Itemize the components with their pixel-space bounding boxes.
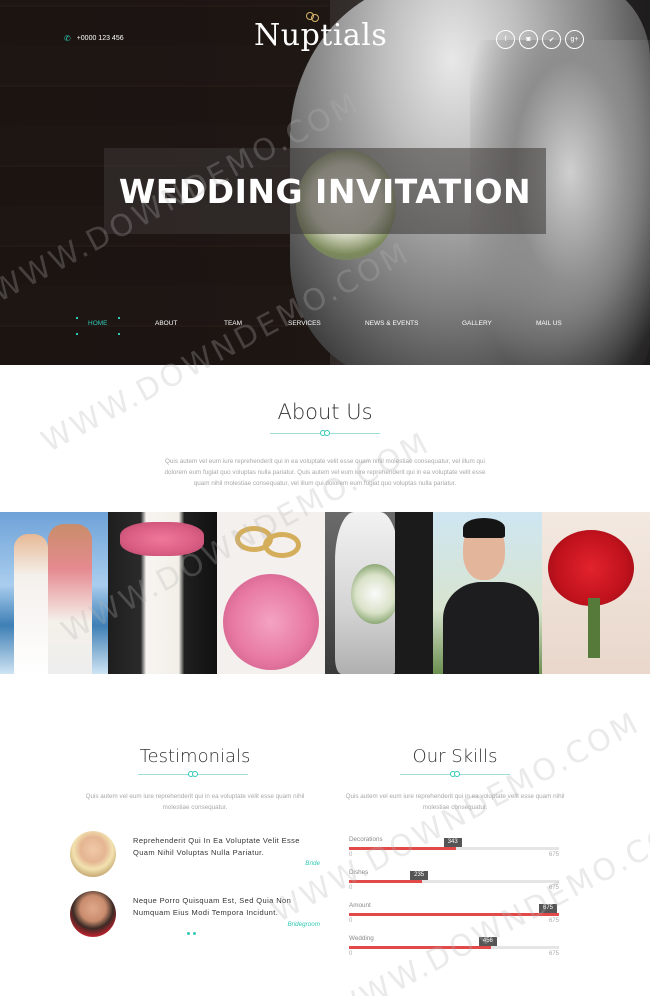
header-phone[interactable]: ✆ +0000 123 456 (64, 34, 124, 43)
skill-min: 0 (349, 885, 353, 891)
gallery-photo-rings[interactable] (216, 512, 325, 674)
skill-min: 0 (349, 918, 353, 924)
about-text: Quis autem vel eum iure reprehenderit qu… (164, 458, 486, 487)
skill-fill (349, 946, 491, 949)
testimonials-title: Testimonials (139, 746, 251, 767)
nav-active-corner (118, 333, 120, 335)
skill-value: 235 (410, 871, 429, 880)
skill-label: Decorations (349, 836, 383, 843)
nav-active-corner (118, 317, 120, 319)
skill-fill (349, 880, 423, 883)
gallery-photo-roses[interactable] (541, 512, 650, 674)
watermark: WWW.DOWNDEMO.COM (325, 805, 650, 996)
skill-fill (349, 913, 559, 916)
testimonial-quote: Reprehenderit Qui In Ea Voluptate Velit … (133, 836, 300, 857)
wedding-rings-icon (306, 12, 320, 22)
nav-active-corner (76, 317, 78, 319)
testimonial-item: Reprehenderit Qui In Ea Voluptate Velit … (70, 831, 330, 879)
skill-bar: Wedding 456 0 675 (349, 935, 559, 965)
skill-track: 343 (349, 838, 559, 850)
testimonials-intro: Quis autem vel eum iure reprehenderit qu… (85, 793, 305, 811)
rings-divider-icon (188, 771, 198, 778)
social-links: f ◙ ✔ g+ (496, 30, 584, 49)
skill-value: 675 (539, 904, 558, 913)
skill-value: 456 (478, 937, 497, 946)
skills-intro: Quis autem vel eum iure reprehenderit qu… (345, 793, 565, 811)
hero-banner: ✆ +0000 123 456 Nuptials f ◙ ✔ g+ WEDDIN… (0, 0, 650, 365)
pager-dot-active[interactable] (187, 932, 190, 935)
testimonial-quote: Neque Porro Quisquam Est, Sed Quia Non N… (133, 896, 292, 917)
skill-track: 675 (349, 904, 559, 916)
skill-value: 343 (443, 838, 462, 847)
nav-mail-us[interactable]: MAIL US (536, 320, 562, 327)
hero-title-box: WEDDING INVITATION (104, 148, 546, 234)
rings-divider-icon (450, 771, 460, 778)
hero-title: WEDDING INVITATION (118, 171, 532, 211)
site-logo[interactable]: Nuptials (254, 12, 388, 53)
instagram-icon[interactable]: ◙ (519, 30, 538, 49)
skill-bar: Decorations 343 0 675 (349, 836, 559, 866)
nav-gallery[interactable]: GALLERY (462, 320, 492, 327)
gallery-photo-groom[interactable] (433, 512, 542, 674)
skill-max: 675 (548, 852, 559, 858)
about-divider (270, 430, 380, 437)
skill-track: 235 (349, 871, 559, 883)
testimonial-pager (187, 932, 196, 935)
skill-track: 456 (349, 937, 559, 949)
about-title: About Us (277, 400, 373, 424)
skill-label: Wedding (349, 935, 374, 942)
gallery-photo-bride[interactable] (324, 512, 434, 674)
gallery-photo-bowtie[interactable] (108, 512, 217, 674)
rings-divider-icon (320, 430, 330, 437)
skill-fill (349, 847, 456, 850)
skills-divider (400, 771, 510, 778)
nav-about[interactable]: ABOUT (155, 320, 177, 327)
skill-min: 0 (349, 852, 353, 858)
testimonial-role: Bride (305, 860, 320, 867)
avatar (70, 891, 116, 937)
skill-max: 675 (548, 885, 559, 891)
avatar (70, 831, 116, 877)
nav-services[interactable]: SERVICES (288, 320, 321, 327)
skill-max: 675 (548, 951, 559, 957)
nav-news-events[interactable]: NEWS & EVENTS (365, 320, 418, 327)
skill-max: 675 (548, 918, 559, 924)
testimonial-item: Neque Porro Quisquam Est, Sed Quia Non N… (70, 891, 330, 939)
phone-number: +0000 123 456 (76, 35, 124, 42)
skill-label: Amount (349, 902, 371, 909)
photo-gallery (0, 512, 650, 674)
nav-home[interactable]: HOME (88, 320, 108, 327)
twitter-icon[interactable]: ✔ (542, 30, 561, 49)
skill-bar: Dishes 235 0 675 (349, 869, 559, 899)
skill-min: 0 (349, 951, 353, 957)
google-plus-icon[interactable]: g+ (565, 30, 584, 49)
testimonials-divider (138, 771, 248, 778)
nav-active-corner (76, 333, 78, 335)
nav-team[interactable]: TEAM (224, 320, 242, 327)
main-nav: HOME ABOUT TEAM SERVICES NEWS & EVENTS G… (0, 317, 650, 335)
testimonial-role: Bridegroom (287, 921, 320, 928)
skill-label: Dishes (349, 869, 369, 876)
phone-icon: ✆ (64, 34, 71, 43)
skills-title: Our Skills (412, 746, 498, 767)
logo-text: Nuptials (254, 18, 388, 53)
pager-dot[interactable] (193, 932, 196, 935)
facebook-icon[interactable]: f (496, 30, 515, 49)
gallery-photo-couple[interactable] (0, 512, 109, 674)
skill-bar: Amount 675 0 675 (349, 902, 559, 932)
